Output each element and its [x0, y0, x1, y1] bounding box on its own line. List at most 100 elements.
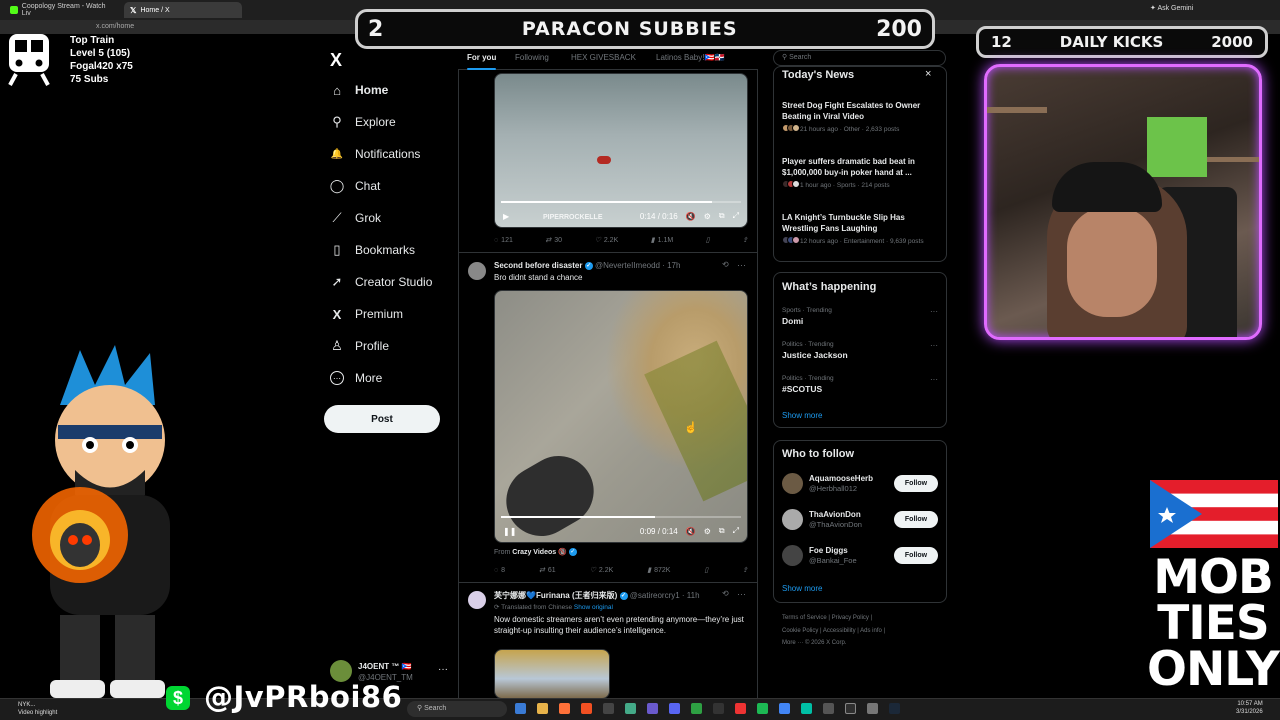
app-icon[interactable]: [823, 703, 834, 714]
source-link[interactable]: Crazy Videos 🔞: [512, 549, 567, 556]
app-icon[interactable]: [603, 703, 614, 714]
chrome-icon[interactable]: [779, 703, 790, 714]
sidebar-item-profile[interactable]: ♙ Profile: [330, 338, 389, 353]
video-progress[interactable]: [501, 516, 741, 518]
sidebar-item-premium[interactable]: X Premium: [330, 307, 403, 322]
ask-gemini-button[interactable]: ✦ Ask Gemini: [1150, 4, 1193, 12]
settings-icon[interactable]: ⚙: [704, 212, 711, 221]
close-icon[interactable]: ×: [925, 68, 931, 80]
footer-links[interactable]: More ··· © 2026 X Corp.: [782, 640, 846, 646]
app-icon[interactable]: [867, 703, 878, 714]
steam-icon[interactable]: [889, 703, 900, 714]
folder-icon[interactable]: [537, 703, 548, 714]
more-dots-icon[interactable]: ···: [438, 664, 448, 675]
post-button[interactable]: Post: [324, 405, 440, 433]
tweet-image[interactable]: [494, 649, 610, 699]
grok-icon[interactable]: ⟲: [722, 589, 729, 598]
repost-button[interactable]: ⇄ 61: [539, 566, 556, 575]
settings-icon[interactable]: ⚙: [704, 527, 711, 536]
follow-button[interactable]: Follow: [894, 547, 938, 564]
repost-button[interactable]: ⇄ 30: [545, 236, 562, 245]
tweet-video-2[interactable]: ❚❚ 0:09 / 0:14 🔇 ⚙ ⧉ ⤢: [494, 290, 748, 543]
grok-icon[interactable]: ⟲: [722, 260, 729, 269]
reply-button[interactable]: ◌ 121: [494, 236, 513, 244]
tab-following[interactable]: Following: [515, 53, 549, 62]
more-dots-icon[interactable]: ···: [930, 341, 938, 350]
show-more-link[interactable]: Show more: [782, 411, 822, 420]
search-input[interactable]: ⚲ Search: [773, 50, 946, 66]
sidebar-item-more[interactable]: ⋯ More: [330, 371, 382, 385]
news-item[interactable]: Street Dog Fight Escalates to Owner Beat…: [782, 100, 932, 134]
tab-home-x[interactable]: 𝕏 Home / X: [124, 2, 242, 18]
sidebar-item-creator-studio[interactable]: ➚ Creator Studio: [330, 274, 433, 289]
firefox-icon[interactable]: [559, 703, 570, 714]
mute-icon[interactable]: 🔇: [686, 212, 696, 221]
x-logo[interactable]: X: [330, 50, 342, 71]
sidebar-item-bookmarks[interactable]: ▯ Bookmarks: [330, 242, 415, 257]
tab-latinos-baby[interactable]: Latinos Baby!🇵🇷🇩🇴: [656, 53, 724, 62]
reply-button[interactable]: ◌ 8: [494, 566, 505, 574]
trend-item[interactable]: Politics · Trending Justice Jackson ···: [782, 341, 938, 360]
pause-icon[interactable]: ❚❚: [503, 527, 516, 536]
sidebar-item-notifications[interactable]: 🔔 Notifications: [330, 147, 421, 161]
follow-suggestion[interactable]: Foe Diggs @Bankai_Foe Follow: [782, 544, 938, 568]
sidebar-item-home[interactable]: ⌂ Home: [330, 83, 388, 98]
app-icon[interactable]: [625, 703, 636, 714]
sidebar-item-chat[interactable]: ◯ Chat: [330, 178, 381, 193]
avatar[interactable]: [468, 591, 486, 609]
tab-hex-givesback[interactable]: HEX GIVESBACK: [571, 53, 636, 62]
mute-icon[interactable]: 🔇: [686, 527, 696, 536]
fullscreen-icon[interactable]: ⤢: [733, 526, 739, 536]
obs-icon[interactable]: [845, 703, 856, 714]
video-progress[interactable]: [501, 201, 741, 203]
edge-icon[interactable]: [515, 703, 526, 714]
tab-for-you[interactable]: For you: [467, 53, 497, 70]
taskbar-search[interactable]: ⚲ Search: [407, 701, 507, 717]
avatar[interactable]: [468, 262, 486, 280]
follow-button[interactable]: Follow: [894, 511, 938, 528]
pip-icon[interactable]: ⧉: [719, 211, 725, 221]
fullscreen-icon[interactable]: ⤢: [733, 211, 739, 221]
like-button[interactable]: ♡ 2.2K: [590, 566, 614, 575]
app-icon[interactable]: [801, 703, 812, 714]
follow-suggestion[interactable]: ThaAvionDon @ThaAvionDon Follow: [782, 508, 938, 532]
show-more-link[interactable]: Show more: [782, 584, 822, 593]
sidebar-item-grok[interactable]: ⟋ Grok: [330, 210, 381, 225]
more-dots-icon[interactable]: ···: [737, 260, 746, 270]
footer-links[interactable]: Cookie Policy | Accessibility | Ads info…: [782, 628, 885, 634]
sidebar-item-explore[interactable]: ⚲ Explore: [330, 114, 395, 129]
share-button[interactable]: ⇪: [742, 566, 748, 574]
tweet-author[interactable]: Second before disaster ✓ @NeverteIImeodd…: [494, 261, 680, 270]
news-item[interactable]: Player suffers dramatic bad beat in $1,0…: [782, 156, 932, 190]
app-icon[interactable]: [735, 703, 746, 714]
pip-icon[interactable]: ⧉: [719, 526, 725, 536]
share-button[interactable]: ⇪: [742, 236, 748, 244]
show-original-link[interactable]: Show original: [574, 604, 613, 611]
tab-coopology[interactable]: Coopology Stream - Watch Liv: [4, 2, 120, 18]
play-icon[interactable]: ▶: [503, 212, 509, 221]
follow-suggestion[interactable]: AquamooseHerb @Herbhall012 Follow: [782, 472, 938, 496]
like-button[interactable]: ♡ 2.2K: [595, 236, 619, 245]
bookmark-button[interactable]: ▯: [706, 236, 710, 244]
app-icon[interactable]: [691, 703, 702, 714]
trend-item[interactable]: Politics · Trending #SCOTUS ···: [782, 375, 938, 394]
app-icon[interactable]: [757, 703, 768, 714]
bookmark-button[interactable]: ▯: [704, 566, 708, 574]
url-text[interactable]: x.com/home: [96, 23, 134, 30]
more-dots-icon[interactable]: ···: [737, 589, 746, 599]
more-dots-icon[interactable]: ···: [930, 307, 938, 316]
news-item[interactable]: LA Knight’s Turnbuckle Slip Has Wrestlin…: [782, 212, 932, 246]
more-dots-icon[interactable]: ···: [930, 375, 938, 384]
app-icon[interactable]: [581, 703, 592, 714]
tweet-video-1[interactable]: PIPERROCKELLE ▶ 0:14 / 0:16 🔇 ⚙ ⧉ ⤢: [494, 73, 748, 228]
discord-icon[interactable]: [669, 703, 680, 714]
news-widget[interactable]: NYK... Video highlight: [18, 701, 57, 717]
follow-button[interactable]: Follow: [894, 475, 938, 492]
app-icon[interactable]: [713, 703, 724, 714]
footer-links[interactable]: Terms of Service | Privacy Policy |: [782, 615, 872, 621]
views-button[interactable]: ▮ 1.1M: [651, 236, 673, 245]
system-clock[interactable]: 10:57 AM 3/31/2026: [1236, 700, 1263, 716]
views-button[interactable]: ▮ 872K: [647, 566, 670, 575]
trend-item[interactable]: Sports · Trending Domi ···: [782, 307, 938, 326]
tweet-author[interactable]: 芙宁娜娜💙Furinana (王者归来版) ✓ @satireorcry1 · …: [494, 590, 724, 601]
